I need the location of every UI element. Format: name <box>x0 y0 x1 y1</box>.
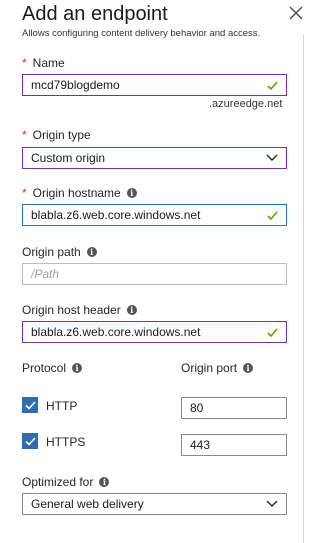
checkmark-icon <box>24 400 36 410</box>
protocol-label: Protocol i <box>22 361 83 375</box>
panel-divider <box>303 34 304 543</box>
origin-path-input[interactable]: /Path <box>22 263 287 285</box>
origin-hostname-value: blabla.z6.web.core.windows.net <box>31 208 201 222</box>
name-input-value: mcd79blogdemo <box>31 78 120 92</box>
info-icon[interactable]: i <box>126 305 137 315</box>
origin-host-header-input[interactable]: blabla.z6.web.core.windows.net <box>22 321 287 343</box>
name-input[interactable]: mcd79blogdemo <box>22 74 287 96</box>
origin-hostname-label: * Origin hostname i <box>22 186 137 200</box>
origin-hostname-input[interactable]: blabla.z6.web.core.windows.net <box>22 204 287 226</box>
origin-path-placeholder: /Path <box>31 267 60 281</box>
panel-title: Add an endpoint <box>22 3 168 25</box>
optimized-for-value: General web delivery <box>31 497 144 511</box>
info-icon[interactable]: i <box>243 363 254 373</box>
valid-check-icon <box>267 80 278 90</box>
name-label: * Name <box>22 56 65 70</box>
origin-type-value: Custom origin <box>31 151 106 165</box>
http-port-input[interactable]: 80 <box>181 397 287 419</box>
origin-host-header-label: Origin host header i <box>22 303 137 317</box>
origin-path-label: Origin path i <box>22 245 97 259</box>
required-marker: * <box>22 56 27 70</box>
chevron-down-icon <box>266 500 278 507</box>
origin-type-select[interactable]: Custom origin <box>22 147 287 169</box>
https-checkbox[interactable] <box>22 433 38 449</box>
https-checkbox-label: HTTPS <box>46 435 86 449</box>
origin-host-header-value: blabla.z6.web.core.windows.net <box>31 325 201 339</box>
info-icon[interactable]: i <box>126 188 137 198</box>
http-port-value: 80 <box>190 401 204 415</box>
http-checkbox[interactable] <box>22 397 38 413</box>
valid-check-icon <box>267 327 278 337</box>
close-icon[interactable] <box>289 6 303 20</box>
checkmark-icon <box>24 436 36 446</box>
required-marker: * <box>22 186 27 200</box>
chevron-down-icon <box>266 154 278 161</box>
name-suffix: .azureedge.net <box>209 98 283 110</box>
optimized-for-select[interactable]: General web delivery <box>22 493 287 515</box>
optimized-for-label: Optimized for i <box>22 475 110 489</box>
required-marker: * <box>22 128 27 142</box>
info-icon[interactable]: i <box>86 247 97 257</box>
info-icon[interactable]: i <box>99 477 110 487</box>
https-port-value: 443 <box>190 438 211 452</box>
https-port-input[interactable]: 443 <box>181 434 287 456</box>
info-icon[interactable]: i <box>72 363 83 373</box>
origin-type-label: * Origin type <box>22 128 91 142</box>
valid-check-icon <box>267 210 278 220</box>
origin-port-label: Origin port i <box>181 361 254 375</box>
panel-subtitle: Allows configuring content delivery beha… <box>22 28 261 39</box>
http-checkbox-label: HTTP <box>46 399 78 413</box>
